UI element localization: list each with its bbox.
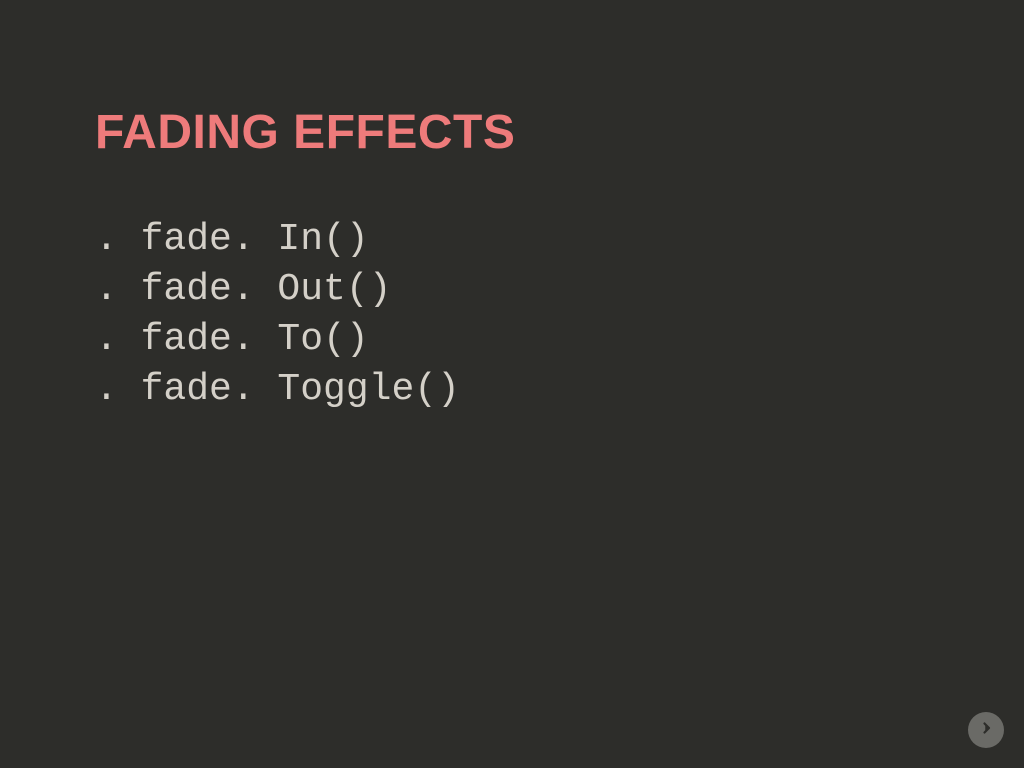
code-line: . fade. To() [95, 315, 929, 365]
slide-content: FADING EFFECTS . fade. In() . fade. Out(… [0, 0, 1024, 416]
code-line: . fade. In() [95, 215, 929, 265]
arrow-right-icon [977, 719, 995, 742]
code-line: . fade. Out() [95, 265, 929, 315]
code-line: . fade. Toggle() [95, 365, 929, 415]
slide-title: FADING EFFECTS [95, 105, 929, 160]
next-slide-button[interactable] [968, 712, 1004, 748]
code-list: . fade. In() . fade. Out() . fade. To() … [95, 215, 929, 416]
